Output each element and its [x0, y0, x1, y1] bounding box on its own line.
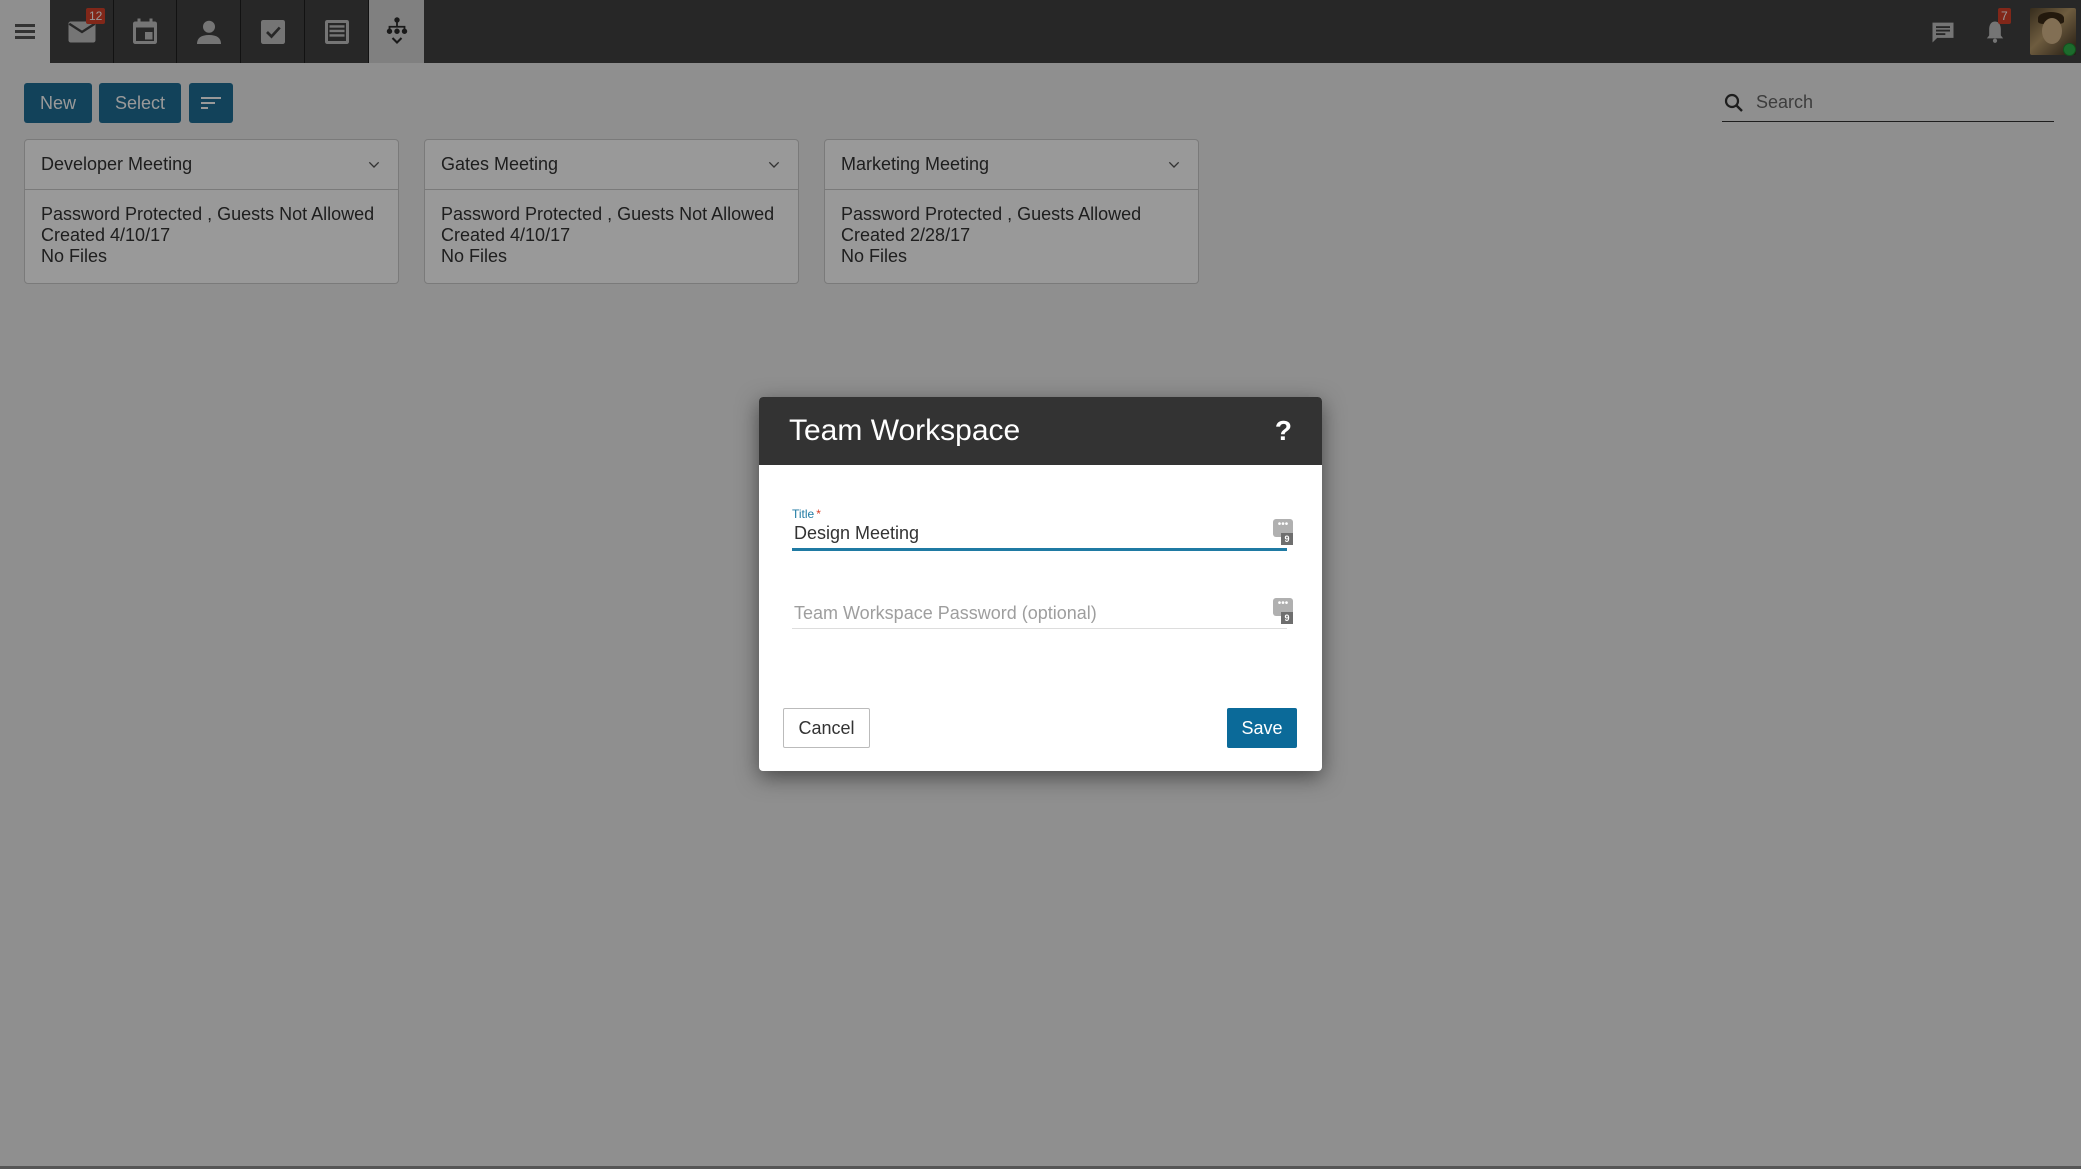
required-mark: *	[816, 507, 821, 521]
title-field: Title* ••• 9	[792, 507, 1293, 551]
password-manager-icon[interactable]: ••• 9	[1273, 519, 1295, 549]
title-field-label: Title	[792, 507, 815, 521]
password-manager-icon[interactable]: ••• 9	[1273, 598, 1295, 628]
dialog-title: Team Workspace	[789, 414, 1021, 447]
workspace-password-input[interactable]	[792, 601, 1287, 629]
title-input[interactable]	[792, 521, 1287, 551]
help-button[interactable]: ?	[1275, 415, 1292, 447]
dialog-header: Team Workspace ?	[759, 397, 1322, 465]
password-field: ••• 9	[792, 598, 1293, 629]
team-workspace-dialog: Team Workspace ? Title* ••• 9 ••• 9 Canc…	[759, 397, 1322, 771]
save-button[interactable]: Save	[1227, 708, 1297, 748]
cancel-button[interactable]: Cancel	[783, 708, 870, 748]
